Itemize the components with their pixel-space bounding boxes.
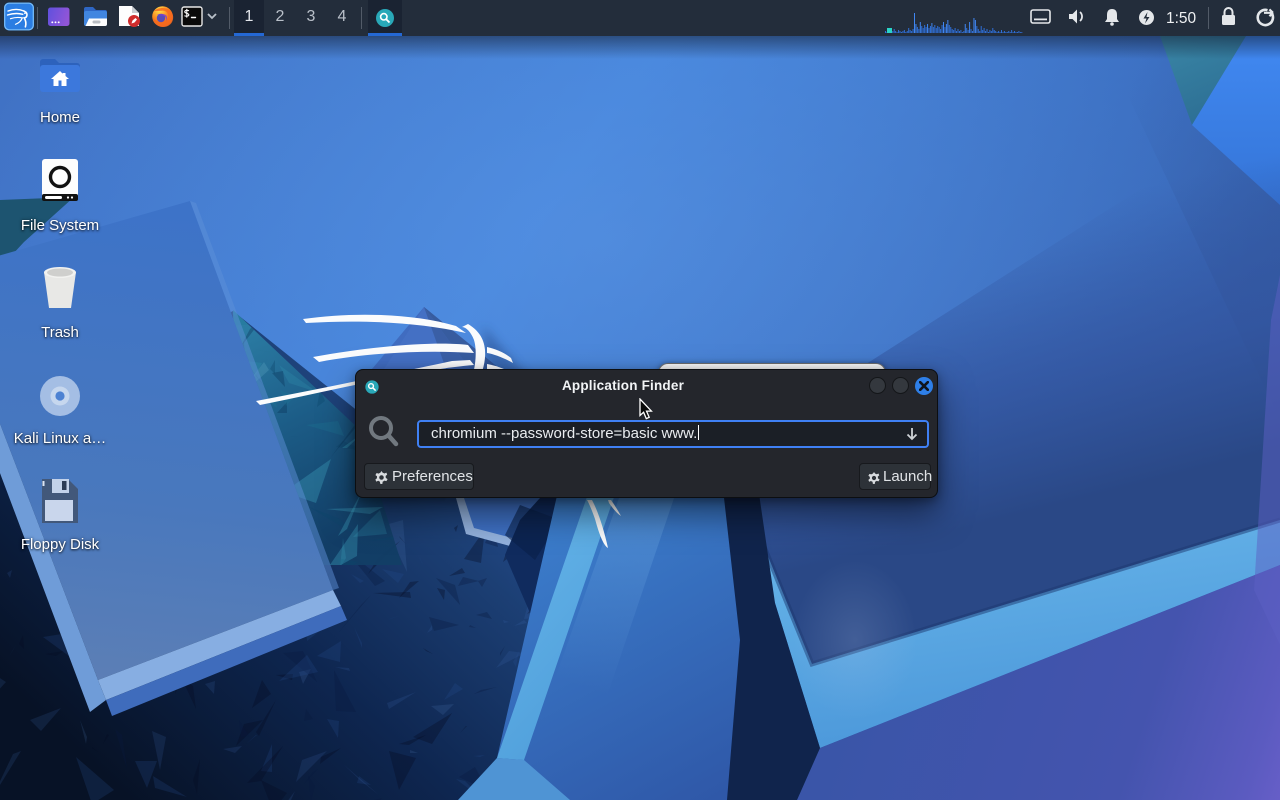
svg-text:1:50: 1:50: [1166, 10, 1197, 27]
